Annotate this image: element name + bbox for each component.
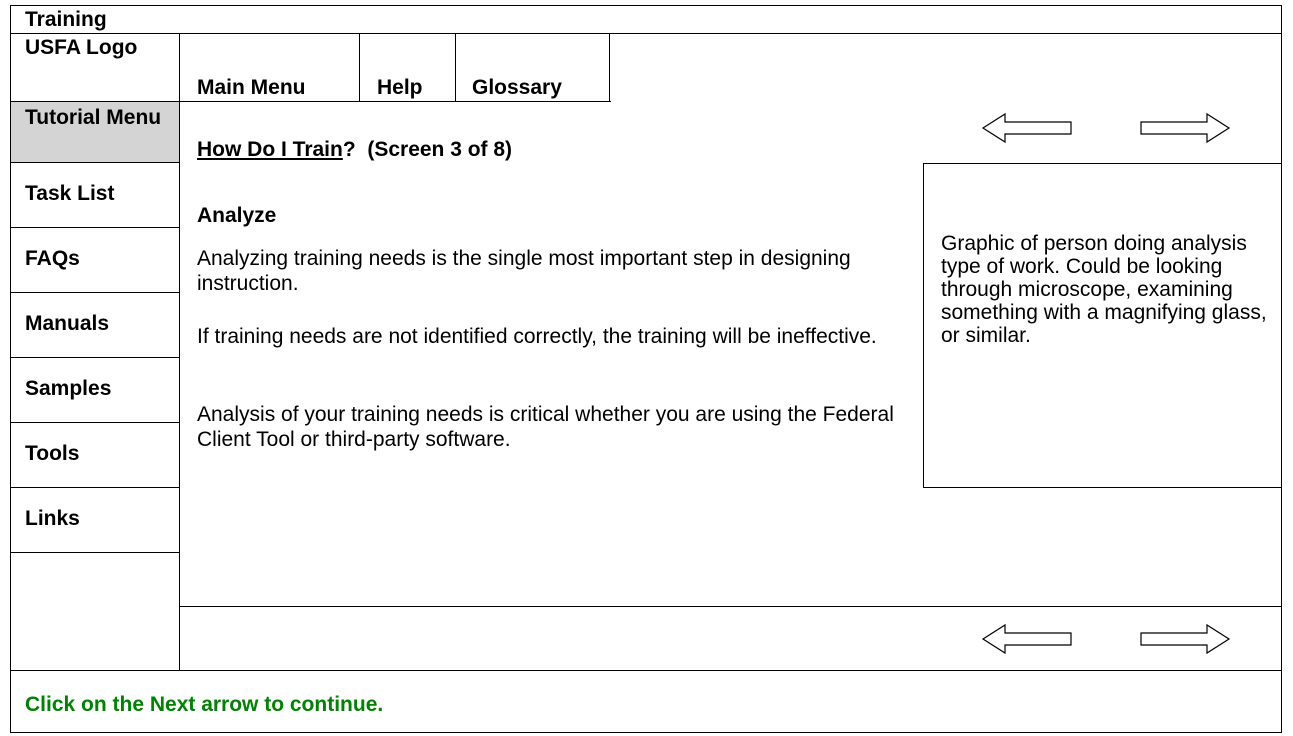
sidebar-item-links[interactable]: Links: [11, 488, 179, 553]
divider: [609, 33, 610, 101]
divider: [179, 606, 1281, 607]
usfa-logo: USFA Logo: [25, 36, 138, 59]
divider: [11, 33, 1281, 34]
divider: [359, 33, 360, 101]
left-arrow-icon: [981, 623, 1072, 655]
sidebar-item-label: Samples: [25, 377, 112, 400]
page-frame: Training USFA Logo Main Menu Help Glossa…: [10, 5, 1282, 733]
sidebar-item-label: Tutorial Menu: [25, 106, 162, 129]
footer-instruction: Click on the Next arrow to continue.: [25, 693, 384, 716]
right-arrow-icon: [1140, 112, 1231, 144]
back-arrow-top[interactable]: [981, 112, 1073, 144]
app-title: Training: [25, 8, 107, 31]
sidebar-item-samples[interactable]: Samples: [11, 358, 179, 423]
paragraph: If training needs are not identified cor…: [197, 325, 877, 348]
sidebar-item-label: Links: [25, 507, 80, 530]
sidebar-item-label: Manuals: [25, 312, 110, 335]
sidebar-item-label: FAQs: [25, 247, 80, 270]
glossary-link[interactable]: Glossary: [472, 76, 562, 99]
left-arrow-icon: [981, 112, 1072, 144]
how-do-i-train-link[interactable]: How Do I Train: [197, 138, 343, 161]
sidebar-item-label: Tools: [25, 442, 80, 465]
sidebar-item-task-list[interactable]: Task List: [11, 163, 179, 228]
next-arrow-top[interactable]: [1139, 112, 1231, 144]
divider: [11, 670, 1281, 671]
sidebar-item-label: Task List: [25, 182, 115, 205]
right-arrow-icon: [1140, 623, 1231, 655]
next-arrow-bottom[interactable]: [1139, 623, 1231, 655]
paragraph: Analyzing training needs is the single m…: [197, 247, 851, 295]
sidebar-item-tools[interactable]: Tools: [11, 423, 179, 488]
sidebar-item-tutorial-menu[interactable]: Tutorial Menu: [11, 102, 179, 163]
back-arrow-bottom[interactable]: [981, 623, 1073, 655]
page-title: How Do I Train? (Screen 3 of 8): [197, 138, 512, 161]
help-link[interactable]: Help: [377, 76, 423, 99]
section-heading: Analyze: [197, 204, 277, 227]
paragraph: Analysis of your training needs is criti…: [197, 403, 894, 451]
screen-counter: ? (Screen 3 of 8): [342, 138, 513, 161]
divider: [455, 33, 456, 101]
main-menu-link[interactable]: Main Menu: [197, 76, 306, 99]
graphic-placeholder-text: Graphic of person doing analysis type of…: [941, 232, 1267, 347]
graphic-placeholder: Graphic of person doing analysis type of…: [923, 163, 1282, 488]
divider: [179, 33, 180, 601]
sidebar-item-manuals[interactable]: Manuals: [11, 293, 179, 358]
divider: [179, 601, 180, 670]
sidebar-item-faqs[interactable]: FAQs: [11, 228, 179, 293]
